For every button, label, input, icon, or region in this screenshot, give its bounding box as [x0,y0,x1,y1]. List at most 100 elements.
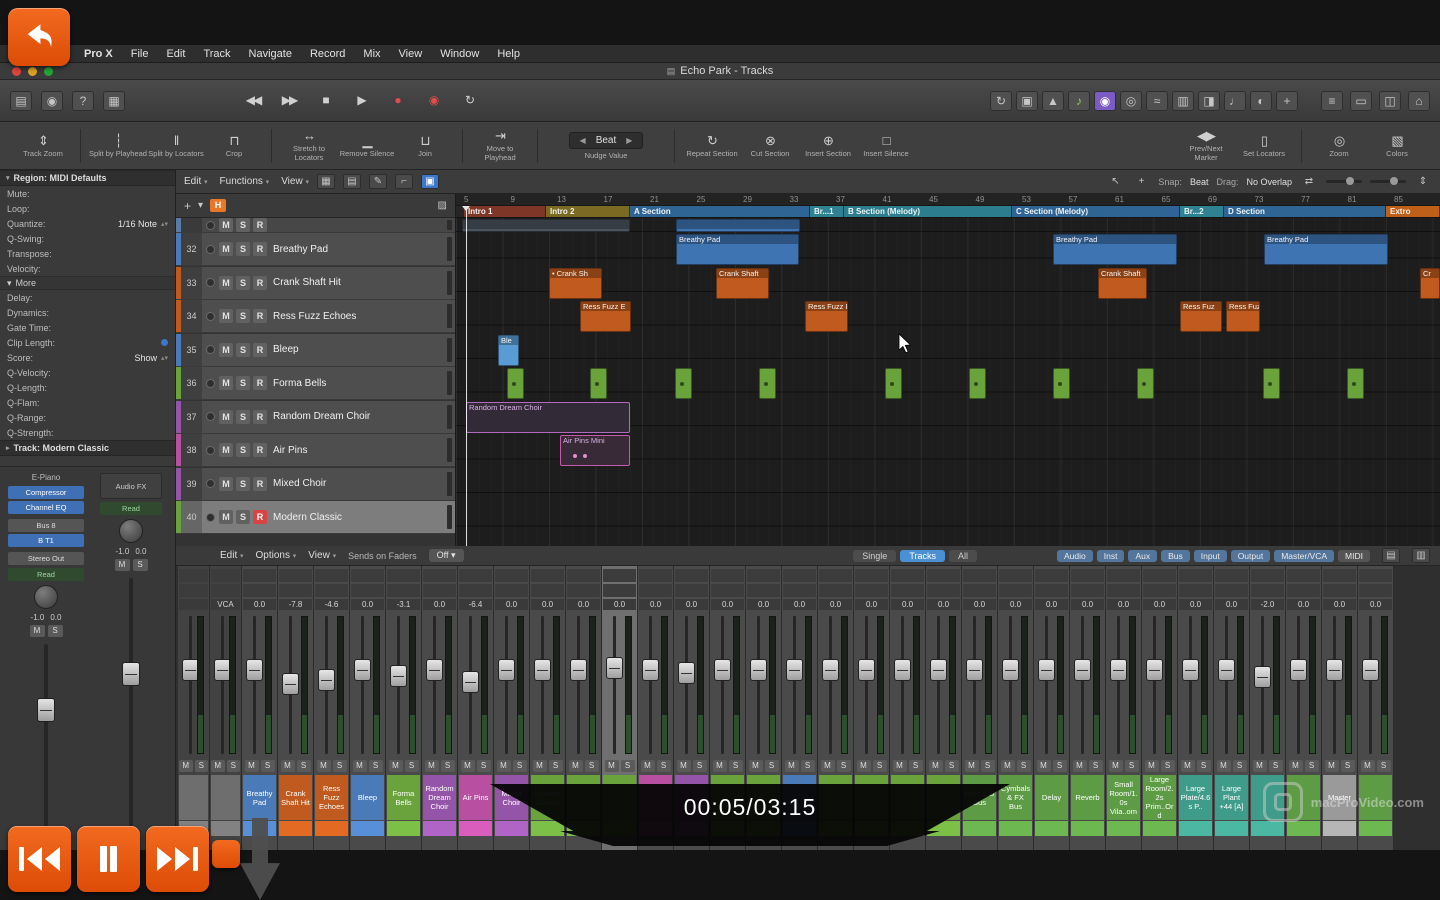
cycle-button[interactable]: ↻ [456,88,482,112]
fader-handle[interactable] [246,659,263,681]
master-volume-icon[interactable]: ♪ [1068,91,1090,111]
mixer-strip-6[interactable]: 0.0 M S Random Dream Choir [422,566,458,850]
strip-sends-slot[interactable] [639,584,672,597]
fader-handle[interactable] [354,659,371,681]
strip-sends-slot[interactable] [567,584,600,597]
strip-mute-button[interactable]: M [785,760,799,772]
region-clip-breathy-pad[interactable]: Breathy Pad [1264,234,1388,265]
track-header-mixed-choir[interactable]: 39 M S R Mixed Choir [176,468,455,501]
collapse-icon[interactable]: ⇕ [1414,174,1432,189]
strip-input-slot[interactable] [1035,569,1068,582]
tutorial-back-button[interactable] [8,8,70,66]
marker-br-2[interactable]: Br...2 [1180,206,1224,218]
strip-input-slot[interactable] [675,569,708,582]
param-transpose[interactable]: Transpose: [0,246,175,261]
region-clip-breathy-pad[interactable]: Breathy Pad [1053,234,1177,265]
strip-mute-button[interactable]: M [245,760,259,772]
close-window-icon[interactable] [12,67,21,76]
strip-sends-slot[interactable] [211,584,240,597]
region-clip-air-pins-mini[interactable]: Air Pins Mini [560,435,630,466]
strip-input-slot[interactable] [819,569,852,582]
fader-handle[interactable] [1002,659,1019,681]
fader-handle[interactable] [606,657,623,679]
strip-sends-slot[interactable] [531,584,564,597]
track-record-button[interactable]: R [253,276,267,290]
strip-name[interactable]: Reverb [1071,775,1104,820]
strip-sends-slot[interactable] [927,584,960,597]
strip-volume-fader[interactable] [387,612,420,758]
strip-sends-slot[interactable] [387,584,420,597]
track-mute-button[interactable]: M [219,443,233,457]
strip-sends-slot[interactable] [315,584,348,597]
nudge-left-icon[interactable]: ◀ [580,136,586,145]
arrange-menu-edit[interactable]: Edit ▾ [184,176,208,187]
toolbar-join[interactable]: ⊔Join [396,133,454,159]
param-q-range[interactable]: Q-Range: [0,410,175,425]
strip-volume-fader[interactable] [927,612,960,758]
mixer-toggle-icon[interactable]: ▭ [1350,91,1372,111]
strip-mute-button[interactable]: M [569,760,583,772]
strip-solo-button[interactable]: S [1089,760,1103,772]
strip-input-slot[interactable] [711,569,744,582]
strip-input-slot[interactable] [531,569,564,582]
marker-intro-2[interactable]: Intro 2 [546,206,630,218]
fader-handle[interactable] [858,659,875,681]
strip-sends-slot[interactable] [999,584,1032,597]
mixer-strip-5[interactable]: -3.1 M S Forma Bells [386,566,422,850]
track-onoff-icon[interactable] [206,379,215,388]
toolbar-track-zoom[interactable]: ⇕Track Zoom [14,133,72,159]
strip-mute-button[interactable]: M [1217,760,1231,772]
strip-volume-fader[interactable] [1179,612,1212,758]
strip-volume-fader[interactable] [711,612,744,758]
track-header-breathy-pad[interactable]: 32 M S R Breathy Pad [176,233,455,266]
region-clip-ress-fuzz-e[interactable]: Ress Fuzz E [805,301,848,332]
grid-view-icon[interactable]: ▦ [317,174,335,189]
rewind-button[interactable]: ◀◀ [240,88,266,112]
forward-button[interactable]: ▶▶ [276,88,302,112]
strip-mute-button[interactable]: M [1109,760,1123,772]
strip-solo-button[interactable]: S [693,760,707,772]
tutorial-next-button[interactable] [146,826,209,892]
region-clip[interactable] [759,368,776,399]
strip-sends-slot[interactable] [819,584,852,597]
strip-volume-fader[interactable] [783,612,816,758]
strip-solo-button[interactable]: S [477,760,491,772]
tutorial-stop-button[interactable] [212,840,240,868]
strip-volume-fader[interactable] [1251,612,1284,758]
strip-solo-button[interactable]: S [369,760,383,772]
nudge-right-icon[interactable]: ▶ [626,136,632,145]
mixer-strip-3[interactable]: -4.6 M S Ress Fuzz Echoes [314,566,350,850]
region-clip-breathy-pad[interactable]: Breathy Pad [676,234,799,265]
inspector-icon[interactable]: ◉ [41,91,63,111]
param-dynamics[interactable]: Dynamics: [0,305,175,320]
param-q-strength[interactable]: Q-Strength: [0,425,175,440]
region-clip-ress-fuz[interactable]: Ress Fuz [1180,301,1222,332]
strip-volume-fader[interactable] [675,612,708,758]
marker-br-1[interactable]: Br...1 [810,206,844,218]
strip-sends-slot[interactable] [963,584,996,597]
strip-name[interactable]: Random Dream Choir [423,775,456,820]
strip-volume-fader[interactable] [211,612,240,758]
strip-solo-button[interactable]: S [1017,760,1031,772]
strip-mute-button[interactable]: M [1145,760,1159,772]
strip-input-slot[interactable] [279,569,312,582]
strip-volume-fader[interactable] [459,612,492,758]
strip-solo-button[interactable]: S [837,760,851,772]
menu-help[interactable]: Help [497,48,520,60]
strip-volume-fader[interactable] [963,612,996,758]
strip-input-slot[interactable] [1215,569,1248,582]
fader-handle[interactable] [462,671,479,693]
more-subheader[interactable]: ▾More [0,276,175,290]
channel-volume-fader[interactable] [8,640,84,833]
track-mute-button[interactable]: M [219,276,233,290]
browsers-toggle-icon[interactable]: ⌂ [1408,91,1430,111]
mixer-strip-25[interactable]: 0.0 M S Small Room/1.0s Vila..om [1106,566,1142,850]
strip-name[interactable]: Air Pins [459,775,492,820]
strip-volume-fader[interactable] [495,612,528,758]
menu-window[interactable]: Window [440,48,479,60]
strip-input-slot[interactable] [423,569,456,582]
fader-handle[interactable] [714,659,731,681]
track-solo-button[interactable]: S [236,309,250,323]
zoom-window-icon[interactable] [44,67,53,76]
metronome-icon[interactable]: ▲ [1042,91,1064,111]
